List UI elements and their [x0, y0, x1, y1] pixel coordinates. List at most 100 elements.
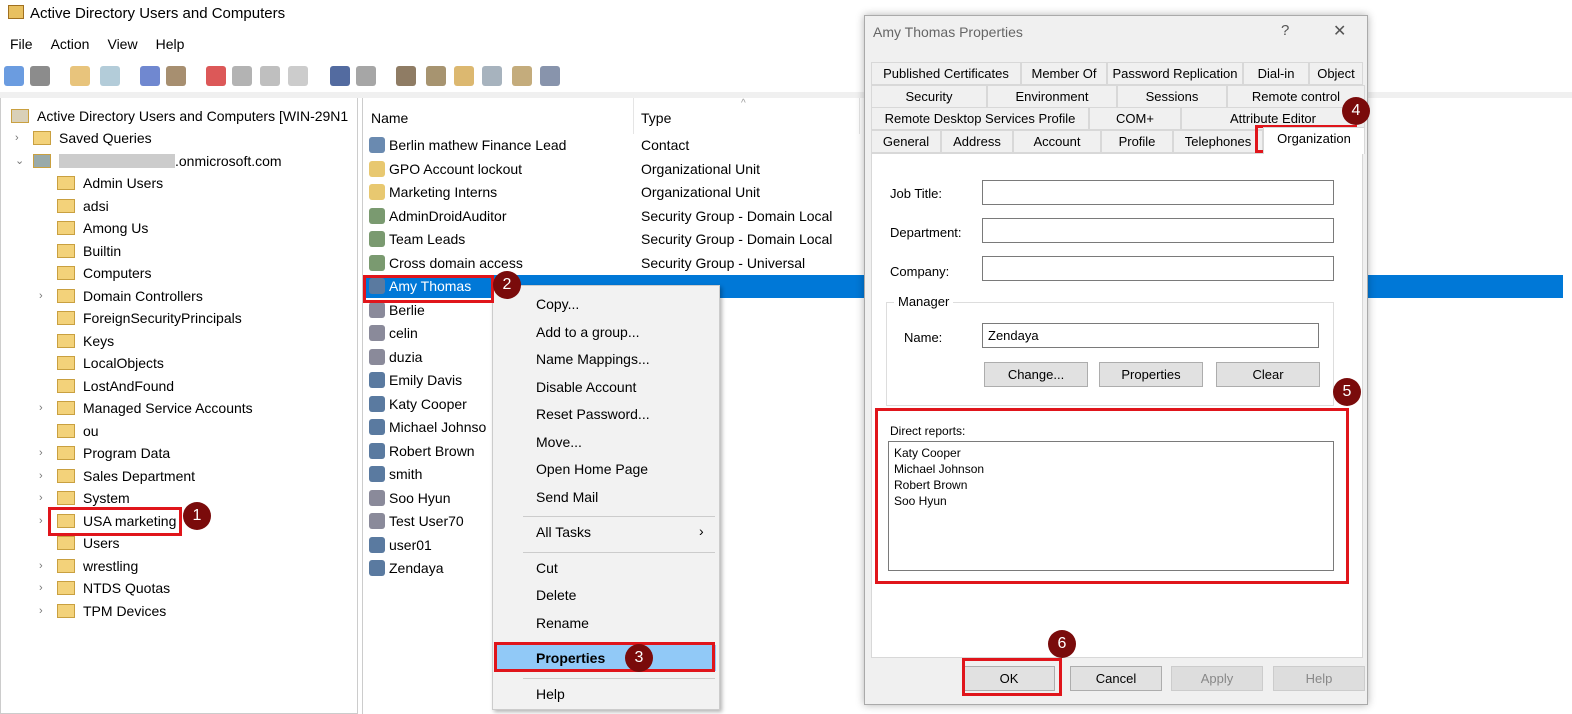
tree-item[interactable]: Computers — [57, 262, 151, 284]
tab-object[interactable]: Object — [1309, 62, 1363, 85]
context-menu-item[interactable]: Add to a group... — [536, 324, 640, 340]
chevron-right-icon[interactable]: › — [39, 510, 43, 532]
tree-item[interactable]: Builtin — [57, 240, 121, 262]
chevron-right-icon[interactable]: › — [39, 600, 43, 622]
column-divider[interactable] — [859, 98, 860, 134]
back-icon[interactable] — [4, 66, 24, 86]
tree-item[interactable]: › Domain Controllers — [39, 285, 203, 307]
chevron-right-icon[interactable]: › — [39, 555, 43, 577]
context-menu-item[interactable]: Send Mail — [536, 489, 598, 505]
tab-sessions[interactable]: Sessions — [1117, 84, 1227, 108]
help-icon[interactable]: ? — [1281, 22, 1289, 39]
manager-name-input[interactable]: Zendaya — [982, 323, 1319, 348]
refresh-icon[interactable] — [260, 66, 280, 86]
tab-member-of[interactable]: Member Of — [1021, 62, 1107, 85]
tree-item[interactable]: › Managed Service Accounts — [39, 397, 253, 419]
chevron-right-icon[interactable]: › — [39, 397, 43, 419]
chevron-right-icon[interactable]: › — [39, 285, 43, 307]
tab-dial-in[interactable]: Dial-in — [1243, 62, 1309, 85]
manager-properties-button[interactable]: Properties — [1099, 362, 1203, 387]
department-input[interactable] — [982, 218, 1334, 243]
find-icon[interactable] — [512, 66, 532, 86]
column-header-type[interactable]: Type — [641, 110, 671, 126]
delete-icon[interactable] — [206, 66, 226, 86]
tree-item[interactable]: › wrestling — [39, 555, 138, 577]
context-menu-item[interactable]: Move... — [536, 434, 582, 450]
column-divider[interactable] — [633, 98, 634, 134]
cancel-button[interactable]: Cancel — [1070, 666, 1162, 691]
column-header-name[interactable]: Name — [371, 110, 408, 126]
context-menu-item[interactable]: Open Home Page — [536, 461, 648, 477]
tree-item[interactable]: LocalObjects — [57, 352, 164, 374]
cut-icon[interactable] — [140, 66, 160, 86]
filter-icon[interactable] — [482, 66, 502, 86]
properties-icon[interactable] — [232, 66, 252, 86]
tree-item[interactable]: ForeignSecurityPrincipals — [57, 307, 242, 329]
change-button[interactable]: Change... — [984, 362, 1088, 387]
tab-telephones[interactable]: Telephones — [1173, 129, 1263, 153]
context-menu-item[interactable]: All Tasks — [536, 524, 591, 540]
menu-bar: File Action View Help — [0, 36, 192, 58]
new-user-icon[interactable] — [396, 66, 416, 86]
tree-item[interactable]: › Sales Department — [39, 465, 195, 487]
company-input[interactable] — [982, 256, 1334, 281]
close-icon[interactable]: ✕ — [1333, 21, 1346, 41]
menu-action[interactable]: Action — [51, 36, 90, 52]
menu-help[interactable]: Help — [156, 36, 185, 52]
tree-item[interactable]: › Program Data — [39, 442, 170, 464]
tree-item[interactable]: ou — [57, 420, 99, 442]
console-tree-icon[interactable] — [100, 66, 120, 86]
tab-com-[interactable]: COM+ — [1089, 107, 1181, 130]
paste-icon[interactable] — [166, 66, 186, 86]
show-pane-icon[interactable] — [356, 66, 376, 86]
tree-item[interactable]: LostAndFound — [57, 375, 174, 397]
chevron-right-icon[interactable]: › — [39, 487, 43, 509]
context-menu-item[interactable]: Help — [536, 686, 565, 702]
tree-item[interactable]: Keys — [57, 330, 114, 352]
context-menu-item[interactable]: Copy... — [536, 296, 579, 312]
chevron-right-icon[interactable]: › — [39, 442, 43, 464]
apply-button[interactable]: Apply — [1171, 666, 1263, 691]
up-folder-icon[interactable] — [70, 66, 90, 86]
chevron-right-icon[interactable]: › — [39, 577, 43, 599]
chevron-down-icon[interactable]: ⌄ — [15, 150, 24, 172]
tab-environment[interactable]: Environment — [987, 84, 1117, 108]
tab-organization[interactable]: Organization — [1263, 126, 1365, 154]
export-icon[interactable] — [288, 66, 308, 86]
new-ou-icon[interactable] — [454, 66, 474, 86]
tree-saved-queries[interactable]: › Saved Queries — [15, 127, 152, 149]
tree-root[interactable]: Active Directory Users and Computers [WI… — [11, 105, 348, 127]
new-group-icon[interactable] — [426, 66, 446, 86]
tab-profile[interactable]: Profile — [1101, 129, 1173, 153]
context-menu-item[interactable]: Name Mappings... — [536, 351, 650, 367]
chevron-right-icon[interactable]: › — [15, 127, 19, 149]
tree-item[interactable]: › NTDS Quotas — [39, 577, 170, 599]
context-menu-item[interactable]: Delete — [536, 587, 576, 603]
context-menu-item[interactable]: Cut — [536, 560, 558, 576]
context-menu-item[interactable]: Reset Password... — [536, 406, 650, 422]
context-menu-item[interactable]: Disable Account — [536, 379, 636, 395]
tab-password-replication[interactable]: Password Replication — [1107, 62, 1243, 85]
add-to-group-icon[interactable] — [540, 66, 560, 86]
tab-published-certificates[interactable]: Published Certificates — [871, 62, 1021, 85]
tree-item[interactable]: Admin Users — [57, 172, 163, 194]
tab-general[interactable]: General — [871, 129, 941, 153]
tree-item[interactable]: › TPM Devices — [39, 600, 166, 622]
help-button[interactable]: Help — [1273, 666, 1365, 691]
tree-item[interactable]: Among Us — [57, 217, 148, 239]
tree-item[interactable]: adsi — [57, 195, 109, 217]
tree-item[interactable]: › System — [39, 487, 130, 509]
tab-remote-desktop-services-profile[interactable]: Remote Desktop Services Profile — [871, 107, 1089, 130]
chevron-right-icon[interactable]: › — [39, 465, 43, 487]
context-menu-item[interactable]: Rename — [536, 615, 589, 631]
tab-account[interactable]: Account — [1013, 129, 1101, 153]
tab-security[interactable]: Security — [871, 84, 987, 108]
clear-button[interactable]: Clear — [1216, 362, 1320, 387]
tab-address[interactable]: Address — [941, 129, 1013, 153]
tree-domain[interactable]: ⌄ .onmicrosoft.com — [15, 150, 282, 172]
menu-view[interactable]: View — [107, 36, 137, 52]
job-title-input[interactable] — [982, 180, 1334, 205]
forward-icon[interactable] — [30, 66, 50, 86]
menu-file[interactable]: File — [10, 36, 33, 52]
help-icon[interactable] — [330, 66, 350, 86]
